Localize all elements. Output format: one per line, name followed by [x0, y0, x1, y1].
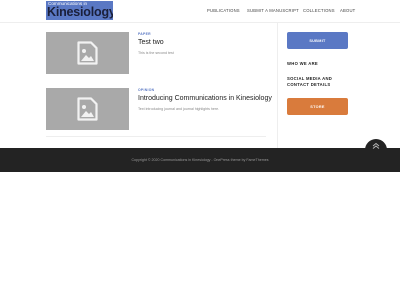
chevron-up-icon — [372, 142, 380, 149]
who-we-are-heading: WHO WE ARE — [287, 61, 318, 66]
post-thumbnail[interactable] — [46, 88, 129, 130]
post-item: OPINION Introducing Communications in Ki… — [46, 88, 272, 130]
image-placeholder-icon — [77, 41, 98, 65]
post-item: PAPER Test two This is the second test — [46, 32, 266, 74]
footer-copyright: Copyright © 2020 Communications in Kines… — [131, 158, 269, 162]
post-category[interactable]: PAPER — [138, 32, 151, 36]
post-thumbnail[interactable] — [46, 32, 129, 74]
sidebar-divider — [277, 22, 278, 148]
social-media-heading-line1: SOCIAL MEDIA AND — [287, 76, 333, 81]
site-footer: Copyright © 2020 Communications in Kines… — [0, 148, 400, 172]
store-button[interactable]: STORE — [287, 98, 348, 115]
submit-button[interactable]: SUBMIT — [287, 32, 348, 49]
main-content: PAPER Test two This is the second test O… — [0, 22, 400, 148]
social-media-heading-line2: CONTACT DETAILS — [287, 82, 331, 87]
site-header: Communications in Kinesiology PUBLICATIO… — [0, 0, 400, 23]
nav-about[interactable]: ABOUT — [340, 8, 355, 14]
nav-collections[interactable]: COLLECTIONS — [303, 8, 335, 14]
nav-submit-manuscript[interactable]: SUBMIT A MANUSCRIPT — [247, 8, 299, 14]
post-excerpt: This is the second test — [138, 51, 174, 55]
post-title[interactable]: Test two — [138, 38, 164, 47]
post-excerpt: Text introducing journal and journal hig… — [138, 107, 220, 111]
post-divider — [46, 136, 266, 137]
image-placeholder-icon — [77, 97, 98, 121]
nav-publications[interactable]: PUBLICATIONS — [207, 8, 240, 14]
post-category[interactable]: OPINION — [138, 88, 154, 92]
post-title[interactable]: Introducing Communications in Kinesiolog… — [138, 94, 272, 103]
main-nav: PUBLICATIONS SUBMIT A MANUSCRIPT COLLECT… — [0, 8, 400, 14]
